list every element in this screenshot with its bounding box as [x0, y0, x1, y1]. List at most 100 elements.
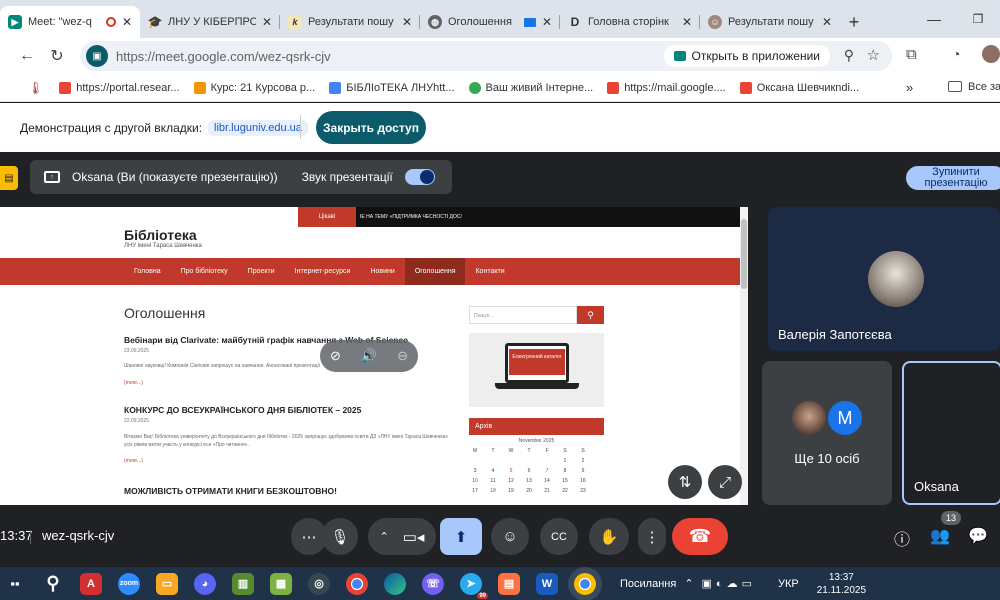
chat-icon[interactable]: 💬 [968, 526, 988, 546]
microphone-button[interactable]: 🎙 [322, 518, 358, 555]
app-icon[interactable]: ▥ [232, 572, 254, 595]
fullscreen-icon[interactable]: ⤢ [708, 465, 742, 499]
close-icon[interactable]: ✕ [542, 15, 552, 29]
back-arrow-icon[interactable]: ← [12, 41, 42, 71]
bookmark-item[interactable]: https://portal.resear... [59, 81, 180, 94]
info-icon[interactable]: ⓘ [894, 526, 910, 550]
url-text[interactable]: https://meet.google.com/wez-qsrk-cjv [116, 49, 331, 64]
minus-icon[interactable]: ⊖ [397, 348, 408, 364]
site-nav-item[interactable]: Інтернет-ресурси [285, 258, 361, 285]
address-bar[interactable]: ▣ https://meet.google.com/wez-qsrk-cjv О… [80, 41, 892, 71]
site-nav-item[interactable]: Про бібліотеку [171, 258, 238, 285]
bookmark-star-icon[interactable]: ☆ [867, 46, 880, 64]
divider [300, 115, 301, 139]
zoom-icon[interactable]: zoom [118, 572, 140, 595]
minimize-button[interactable]: — [912, 0, 956, 38]
tab-search-results-1[interactable]: k Результати пошу ✕ [280, 6, 420, 38]
site-title: Бібліотека [124, 227, 197, 243]
site-nav-item[interactable]: Проекти [238, 258, 285, 285]
tab-lnu-cyber[interactable]: 🎓 ЛНУ У КІБЕРПРО ✕ [140, 6, 280, 38]
present-button[interactable]: ⬆ [440, 518, 482, 555]
chrome-active-icon[interactable] [574, 572, 596, 595]
chrome-menu-icon[interactable]: ◔ [952, 46, 960, 62]
tab-announcements[interactable]: ◍ Оголошення ✕ [420, 6, 560, 38]
zoom-icon[interactable]: ⚲ [844, 47, 854, 64]
close-icon[interactable]: ✕ [262, 15, 272, 29]
pin-off-icon[interactable]: ⊘ [330, 348, 341, 364]
camera-icon[interactable]: ▭◂ [403, 528, 425, 546]
tab-meet[interactable]: ▶ Meet: "wez-q ✕ [0, 6, 140, 38]
person-icon: ☺ [708, 15, 722, 29]
bookmark-item[interactable]: Ваш живий Інтерне... [468, 81, 593, 94]
clock[interactable]: 13:37 21.11.2025 [817, 571, 866, 597]
volume-icon[interactable]: 🔊 [361, 348, 377, 364]
close-icon[interactable]: ✕ [822, 15, 832, 29]
close-icon[interactable]: ✕ [402, 15, 412, 29]
stop-sharing-button[interactable]: Закрыть доступ [316, 111, 426, 144]
site-info-icon[interactable]: ▣ [86, 45, 108, 67]
open-in-app-button[interactable]: Открыть в приложении [663, 45, 830, 67]
post-more-link[interactable]: (more...) [124, 458, 454, 464]
thermometer-icon[interactable]: 🌡 [28, 81, 43, 95]
site-search-input[interactable]: Пошук… [469, 306, 577, 324]
site-nav-item[interactable]: Новини [360, 258, 404, 285]
telegram-icon[interactable]: ➤ 99 [460, 572, 488, 599]
restore-button[interactable]: ❐ [956, 0, 1000, 38]
site-nav-item[interactable]: Оголошення [404, 258, 466, 285]
more-vert-button[interactable]: ⋮ [638, 518, 666, 555]
shared-domain-chip: libr.luguniv.edu.ua [208, 119, 308, 136]
extensions-icon[interactable]: ⧉ [906, 46, 917, 63]
camera-group: ⌃ ▭◂ [368, 518, 436, 555]
reactions-button[interactable]: ☺ [491, 518, 529, 555]
people-icon[interactable]: 👥 [930, 526, 950, 546]
post-title[interactable]: КОНКУРС ДО ВСЕУКРАЇНСЬКОГО ДНЯ БІБЛІОТЕК… [124, 405, 454, 415]
word-icon[interactable]: W [536, 572, 558, 595]
others-tile[interactable]: M Ще 10 осіб [762, 361, 892, 505]
end-call-button[interactable]: ☎ [672, 518, 728, 555]
keyboard-language[interactable]: УКР [778, 578, 799, 590]
close-icon[interactable]: ✕ [682, 15, 692, 29]
raise-hand-button[interactable]: ✋ [589, 518, 629, 555]
participant-tile[interactable]: Валерія Запотєєва [768, 207, 1000, 351]
post-more-link[interactable]: (more...) [124, 380, 454, 386]
links-label[interactable]: Посилання [620, 578, 676, 590]
windows-logo-icon[interactable]: ▪▪ [4, 573, 26, 595]
swap-icon[interactable]: ⇅ [668, 465, 702, 499]
post-title[interactable]: МОЖЛИВІСТЬ ОТРИМАТИ КНИГИ БЕЗКОШТОВНО! [124, 486, 454, 496]
scrollbar[interactable] [740, 207, 748, 505]
search-icon[interactable]: ⚲ [42, 573, 64, 595]
close-icon[interactable]: ✕ [122, 15, 132, 29]
reload-icon[interactable]: ↻ [42, 41, 72, 71]
avatar[interactable] [982, 45, 1000, 63]
tab-home-page[interactable]: D Головна сторінк ✕ [560, 6, 700, 38]
stop-presenting-button[interactable]: Зупинити презентацію [906, 166, 1000, 190]
bookmark-item[interactable]: Курс: 21 Курсова р... [193, 81, 315, 94]
edge-icon[interactable] [384, 572, 406, 595]
bookmark-item[interactable]: https://mail.google.... [607, 81, 726, 94]
self-tile[interactable]: Oksana [902, 361, 1000, 505]
presentation-audio-toggle[interactable] [404, 169, 435, 185]
catalog-banner[interactable]: Електронний каталог [469, 333, 604, 407]
all-bookmarks-label[interactable]: Все закл [968, 81, 1000, 93]
bookmark-item[interactable]: Оксана Шевчикndi... [739, 81, 859, 94]
chevron-up-icon[interactable]: ⌃ [380, 530, 389, 543]
site-nav-item[interactable]: Контакти [465, 258, 514, 285]
camera-app-icon[interactable]: ◎ [308, 572, 330, 595]
more-bookmarks-icon[interactable]: » [906, 80, 913, 95]
app-icon[interactable]: ▦ [270, 572, 292, 595]
chevron-up-icon[interactable]: ⌃ [684, 577, 693, 590]
search-icon[interactable]: ⚲ [577, 306, 604, 324]
site-nav-item[interactable]: Головна [124, 258, 171, 285]
file-explorer-icon[interactable]: ▭ [156, 572, 178, 595]
captions-button[interactable]: CC [540, 518, 578, 555]
viber-icon[interactable]: ☏ [422, 572, 444, 595]
tray-icons[interactable]: ▣◐☁▭ [702, 577, 756, 590]
activities-icon[interactable]: ▤ [0, 166, 18, 190]
chrome-icon[interactable] [346, 572, 368, 595]
tab-search-results-2[interactable]: ☺ Результати пошу ✕ [700, 6, 840, 38]
app-icon[interactable]: ▤ [498, 572, 520, 595]
pdf-reader-icon[interactable]: A [80, 572, 102, 595]
bookmark-item[interactable]: БІБЛІоТЕКА ЛНУhtt... [329, 81, 455, 94]
new-tab-button[interactable]: + [840, 6, 868, 38]
discord-icon[interactable]: ◕ [194, 572, 216, 595]
